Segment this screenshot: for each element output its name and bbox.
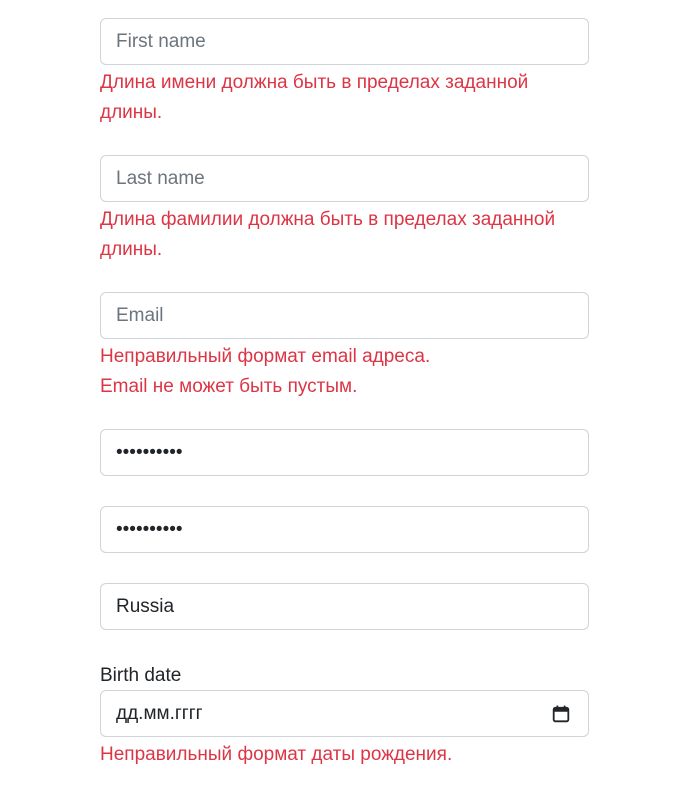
email-format-error: Неправильный формат email адреса. <box>100 346 431 367</box>
email-input[interactable]: Email <box>100 292 589 339</box>
country-input[interactable]: Russia <box>100 583 589 630</box>
first-name-error: Длина имени должна быть в пределах задан… <box>100 72 529 123</box>
birth-date-placeholder: дд.мм.гггг <box>116 703 203 724</box>
password-input[interactable]: •••••••••• <box>100 429 589 476</box>
birth-date-error: Неправильный формат даты рождения. <box>100 744 453 765</box>
last-name-input[interactable]: Last name <box>100 155 589 202</box>
email-empty-error: Email не может быть пустым. <box>100 376 358 397</box>
last-name-error: Длина фамилии должна быть в пределах зад… <box>100 209 556 260</box>
birth-date-input[interactable]: дд.мм.гггг <box>100 690 589 737</box>
first-name-input[interactable]: First name <box>100 18 589 65</box>
birth-date-label: Birth date <box>100 665 182 686</box>
calendar-icon[interactable] <box>552 705 570 723</box>
confirm-password-input[interactable]: •••••••••• <box>100 506 589 553</box>
